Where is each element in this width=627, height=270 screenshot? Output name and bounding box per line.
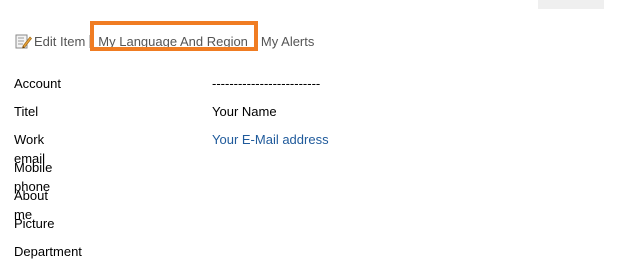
row-label: Picture [14,216,55,231]
edit-icon [15,33,32,49]
edit-item-label: Edit Item [34,33,86,49]
row-value: Your Name [212,104,277,119]
my-alerts-label: My Alerts [260,33,315,49]
row-label: Department [14,244,82,259]
edit-item-button[interactable]: Edit Item [15,33,85,49]
email-link[interactable]: Your E-Mail address [212,130,329,149]
row-value: ------------------------- [212,76,321,91]
top-right-panel [538,0,604,9]
row-label: Account [14,76,61,91]
row-label: Titel [14,104,39,119]
my-alerts-link[interactable]: My Alerts [261,34,314,49]
language-region-highlight [90,21,258,51]
